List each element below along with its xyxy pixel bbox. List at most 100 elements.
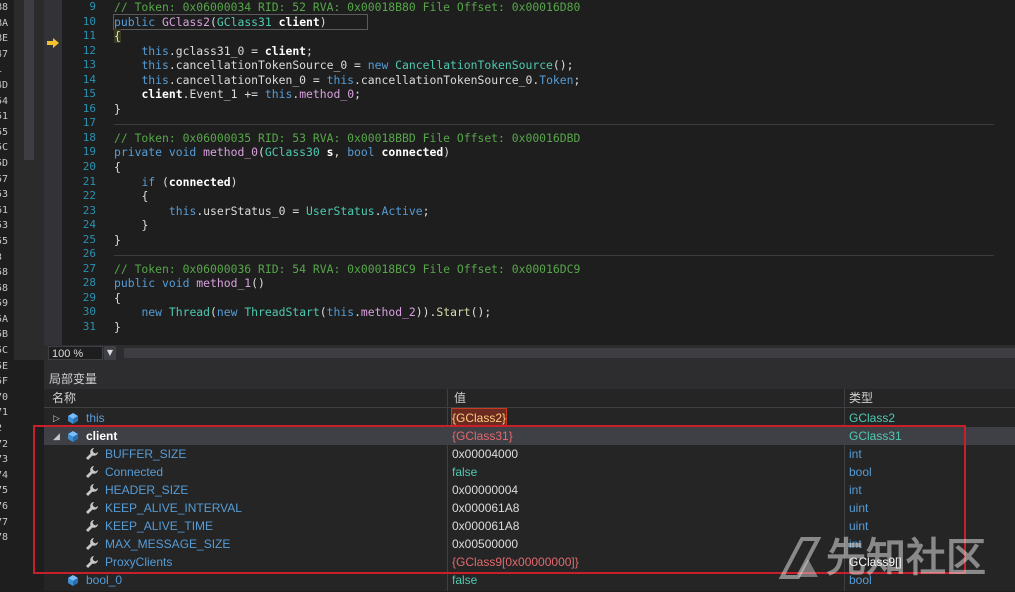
keyword: public void: [114, 276, 190, 291]
keyword: private void: [114, 145, 197, 160]
scroll-thumb[interactable]: [24, 0, 34, 160]
keyword: new: [141, 305, 163, 320]
code-line-23: this.userStatus_0 = UserStatus.Active;: [114, 204, 1014, 219]
code-text: ;: [306, 43, 313, 58]
code-line-21: if (connected): [114, 175, 1014, 190]
line-number: 12: [82, 43, 96, 57]
paren: (: [155, 174, 169, 189]
code-editor[interactable]: // Token: 0x06000034 RID: 52 RVA: 0x0001…: [113, 0, 1014, 345]
type-name: Thread: [162, 305, 211, 320]
code-line-16: }: [114, 102, 1014, 117]
line-number: 14: [82, 72, 96, 86]
hex-fragment: 71: [0, 407, 9, 419]
paren: (: [210, 305, 217, 320]
comment-text: // Token: 0x06000034 RID: 52 RVA: 0x0001…: [114, 0, 581, 14]
method-name: method_1: [189, 276, 252, 291]
line-number: 10: [82, 14, 96, 28]
hex-fragment: 5F: [0, 376, 9, 388]
paren: (: [258, 145, 265, 160]
keyword: new: [367, 58, 389, 73]
code-line-18: // Token: 0x06000035 RID: 53 RVA: 0x0001…: [114, 131, 1014, 146]
code-line-29: {: [114, 291, 1014, 306]
hex-fragment: 5B: [0, 329, 9, 341]
brace: }: [114, 320, 121, 335]
line-number: 30: [82, 305, 96, 319]
hex-fragment: 47: [0, 48, 9, 60]
hex-fragment: 58: [0, 282, 9, 294]
code-line-14: this.cancellationToken_0 = this.cancella…: [114, 73, 1014, 88]
code-line-20: {: [114, 160, 1014, 175]
param-name: connected: [374, 145, 444, 160]
field-icon: [66, 571, 80, 592]
hex-fragment: 2: [0, 421, 14, 437]
code-text: ();: [470, 305, 492, 320]
col-type-header[interactable]: 类型: [849, 389, 873, 407]
chevron-down-icon[interactable]: ▼: [104, 346, 116, 360]
paren: (: [210, 14, 217, 29]
param-name: client: [141, 87, 183, 102]
code-text: .gclass31_0 =: [168, 43, 265, 58]
hex-fragment: 78: [0, 532, 9, 544]
hex-fragment: 58: [0, 267, 9, 279]
type-name: UserStatus: [306, 203, 375, 218]
code-line-22: {: [114, 189, 1014, 204]
side-scrollbar[interactable]: [14, 0, 44, 360]
horizontal-scrollbar[interactable]: [124, 348, 1015, 358]
line-number: 18: [82, 130, 96, 144]
method-name: method_0: [299, 87, 355, 102]
line-number: 25: [82, 232, 96, 246]
brace: {: [114, 290, 121, 305]
execution-arrow-icon: [47, 38, 59, 48]
breakpoint-margin[interactable]: [44, 0, 62, 345]
hex-fragment: 61: [0, 204, 9, 216]
line-number: 22: [82, 189, 96, 203]
zoom-level[interactable]: 100 %: [48, 346, 103, 360]
hex-fragment: 57: [0, 173, 9, 185]
col-name-header[interactable]: 名称: [52, 389, 76, 407]
hex-fragment: 5D: [0, 157, 9, 169]
keyword: if: [141, 174, 156, 189]
panel-title: 局部变量: [44, 369, 1015, 389]
hex-fragment: B8: [0, 2, 9, 13]
code-text: ;: [422, 203, 430, 218]
code-line-24: }: [114, 218, 1014, 233]
col-value-header[interactable]: 值: [454, 389, 466, 407]
brace: }: [114, 101, 121, 116]
hex-fragment: 5A: [0, 313, 9, 325]
method-name: GClass2: [155, 14, 211, 29]
code-text: ;: [354, 87, 361, 102]
brace: {: [114, 160, 121, 175]
hex-fragment: 5C: [0, 345, 9, 357]
keyword: bool: [347, 145, 375, 160]
code-line-25: }: [114, 233, 1014, 248]
column-header: 名称 值 类型: [44, 389, 1015, 408]
hex-fragment: 77: [0, 516, 9, 528]
code-line-12: this.gclass31_0 = client;: [114, 44, 1014, 59]
method-name: method_2: [360, 305, 416, 320]
code-text: .Event_1 +=: [182, 87, 265, 102]
type-name: CancellationTokenSource: [388, 58, 553, 73]
type-name: ThreadStart: [237, 305, 320, 320]
param-name: client: [271, 14, 320, 29]
hex-fragment: 74: [0, 469, 9, 481]
code-text: .userStatus_0 =: [196, 203, 307, 218]
hex-fragment: 5E: [0, 360, 9, 372]
comment-text: // Token: 0x06000036 RID: 54 RVA: 0x0001…: [114, 261, 581, 276]
property-name: Token: [539, 72, 574, 87]
left-hex-strip: B8BABE4714D5451555C5D575361535535858595A…: [0, 0, 14, 591]
code-line-31: }: [114, 320, 1014, 335]
line-number: 15: [82, 87, 96, 101]
hex-fragment: BA: [0, 17, 9, 29]
method-name: method_0: [196, 145, 259, 160]
line-number: 23: [82, 203, 96, 217]
hex-fragment: 55: [0, 126, 9, 138]
paren: )).: [415, 305, 437, 320]
comment-text: // Token: 0x06000035 RID: 53 RVA: 0x0001…: [114, 130, 581, 145]
line-number: 13: [82, 58, 96, 72]
hex-fragment: BE: [0, 33, 9, 45]
keyword: this: [141, 72, 169, 87]
hex-fragment: 76: [0, 501, 9, 512]
paren: ): [230, 174, 238, 189]
keyword: this: [264, 87, 293, 102]
param-name: s: [319, 145, 334, 160]
